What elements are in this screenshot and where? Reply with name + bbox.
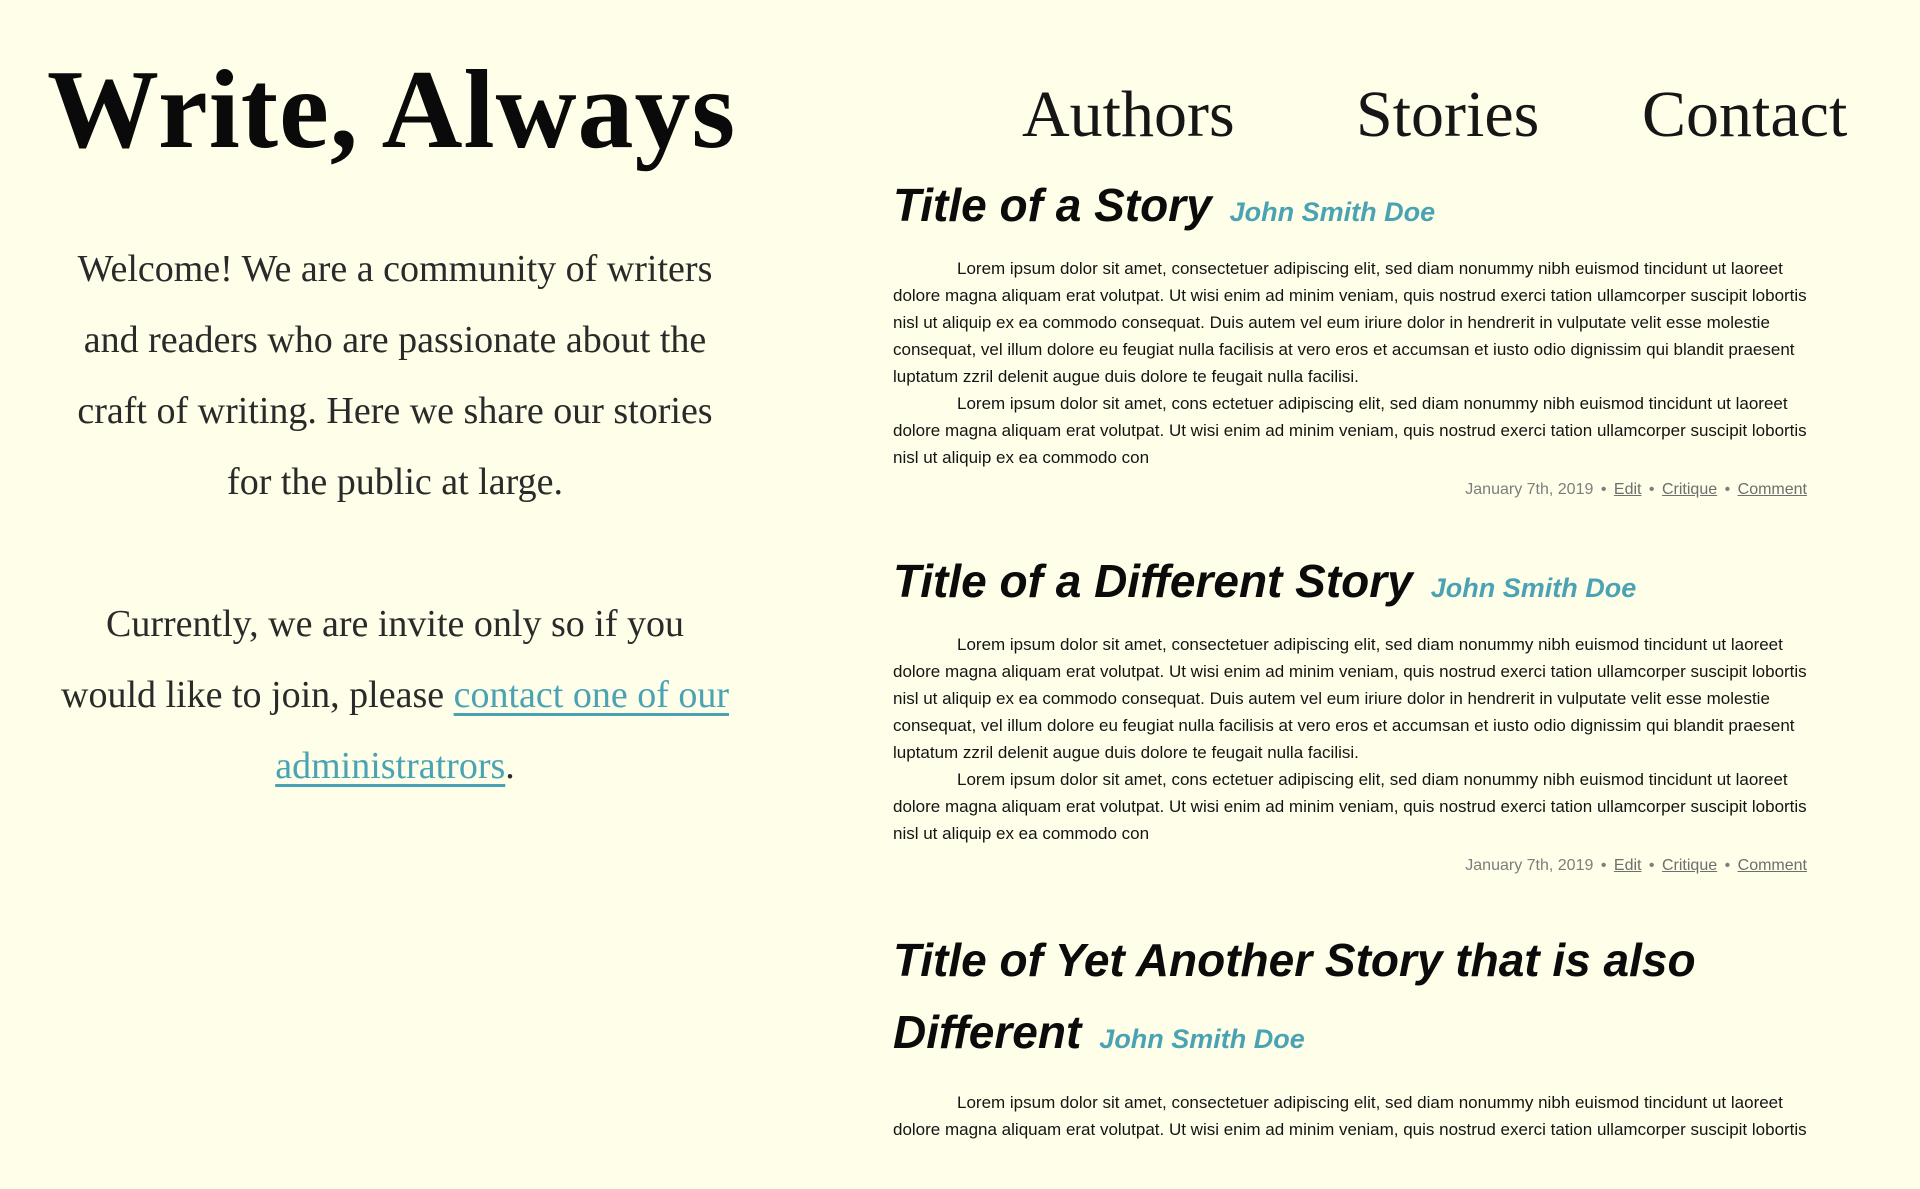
meta-separator: • xyxy=(1724,857,1731,874)
story-title: Title of a Story John Smith Doe xyxy=(893,172,1773,245)
nav-authors-link[interactable]: Authors xyxy=(1022,70,1235,160)
edit-link[interactable]: Edit xyxy=(1614,481,1642,498)
meta-separator: • xyxy=(1724,481,1731,498)
story-paragraph: Lorem ipsum dolor sit amet, cons ectetue… xyxy=(893,394,1807,467)
invite-text: Currently, we are invite only so if you … xyxy=(60,589,730,802)
story-meta: January 7th, 2019 • Edit • Critique • Co… xyxy=(893,478,1807,502)
story-title: Title of a Different Story John Smith Doe xyxy=(893,548,1773,621)
invite-text-after: . xyxy=(505,745,515,787)
main-nav: Authors Stories Contact xyxy=(0,70,1920,160)
story-card: Title of a Different Story John Smith Doe… xyxy=(893,548,1813,878)
critique-link[interactable]: Critique xyxy=(1662,481,1717,498)
edit-link[interactable]: Edit xyxy=(1614,857,1642,874)
story-card: Title of a Story John Smith Doe Lorem ips… xyxy=(893,172,1813,502)
story-title-text[interactable]: Title of a Different Story xyxy=(893,555,1413,607)
nav-contact-link[interactable]: Contact xyxy=(1642,70,1847,160)
story-date: January 7th, 2019 xyxy=(1465,481,1594,498)
story-paragraph: Lorem ipsum dolor sit amet, cons ectetue… xyxy=(893,770,1807,843)
meta-separator: • xyxy=(1600,481,1607,498)
comment-link[interactable]: Comment xyxy=(1738,481,1807,498)
story-body: Lorem ipsum dolor sit amet, consectetuer… xyxy=(893,1089,1813,1143)
story-title: Title of Yet Another Story that is also … xyxy=(893,924,1773,1075)
story-author-link[interactable]: John Smith Doe xyxy=(1230,197,1436,227)
story-paragraph: Lorem ipsum dolor sit amet, consectetuer… xyxy=(893,1093,1807,1139)
welcome-text: Welcome! We are a community of writers a… xyxy=(77,248,713,503)
story-date: January 7th, 2019 xyxy=(1465,857,1594,874)
story-title-text[interactable]: Title of a Story xyxy=(893,179,1212,231)
story-paragraph: Lorem ipsum dolor sit amet, consectetuer… xyxy=(893,635,1807,762)
story-paragraph: Lorem ipsum dolor sit amet, consectetuer… xyxy=(893,259,1807,386)
story-author-link[interactable]: John Smith Doe xyxy=(1099,1024,1305,1054)
story-author-link[interactable]: John Smith Doe xyxy=(1431,573,1637,603)
nav-stories-link[interactable]: Stories xyxy=(1356,70,1539,160)
stories-list: Title of a Story John Smith Doe Lorem ips… xyxy=(893,172,1813,1189)
intro-section: Welcome! We are a community of writers a… xyxy=(60,234,730,802)
meta-separator: • xyxy=(1600,857,1607,874)
critique-link[interactable]: Critique xyxy=(1662,857,1717,874)
meta-separator: • xyxy=(1648,481,1655,498)
story-meta: January 7th, 2019 • Edit • Critique • Co… xyxy=(893,854,1807,878)
comment-link[interactable]: Comment xyxy=(1738,857,1807,874)
story-card: Title of Yet Another Story that is also … xyxy=(893,924,1813,1143)
meta-separator: • xyxy=(1648,857,1655,874)
story-body: Lorem ipsum dolor sit amet, consectetuer… xyxy=(893,255,1813,471)
story-body: Lorem ipsum dolor sit amet, consectetuer… xyxy=(893,631,1813,847)
